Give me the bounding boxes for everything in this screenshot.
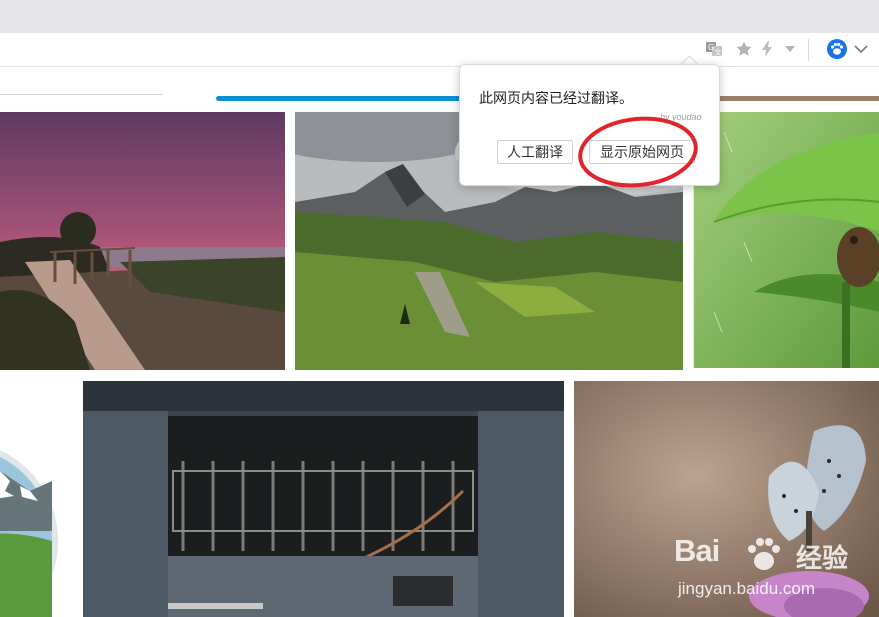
sunset-boardwalk-image[interactable]: [0, 112, 285, 370]
translation-popup: 此网页内容已经过翻译。 by youdao 人工翻译 显示原始网页: [459, 64, 720, 186]
dropdown-caret-icon[interactable]: [783, 43, 797, 55]
paw-icon[interactable]: [826, 38, 848, 60]
paw-logo-icon: [748, 538, 780, 570]
snowy-mountain-circle-image[interactable]: [0, 381, 72, 617]
svg-text:G: G: [708, 43, 714, 52]
header-divider: [0, 94, 163, 95]
header-accent-bar: [216, 96, 486, 101]
header-accent-bar-secondary: [718, 96, 879, 101]
svg-text:文: 文: [715, 48, 722, 57]
show-original-button[interactable]: 显示原始网页: [589, 140, 695, 164]
baidu-jingyan-watermark: Bai 经验 jingyan.baidu.com: [674, 533, 874, 615]
browser-toolbar: G 文: [0, 33, 879, 67]
popup-message: 此网页内容已经过翻译。: [479, 90, 633, 106]
translate-icon[interactable]: G 文: [705, 40, 723, 58]
bolt-icon[interactable]: [759, 40, 775, 58]
star-icon[interactable]: [735, 40, 753, 58]
chevron-down-icon[interactable]: [853, 41, 869, 57]
popup-provider: by youdao: [660, 112, 702, 122]
watermark-suffix: 经验: [796, 543, 849, 573]
engine-machinery-image[interactable]: [83, 381, 564, 617]
tab-strip: [0, 0, 879, 33]
watermark-url: jingyan.baidu.com: [678, 579, 816, 598]
watermark-logo: Bai: [674, 533, 720, 568]
human-translate-button[interactable]: 人工翻译: [497, 140, 573, 164]
green-leaf-rain-image[interactable]: [693, 112, 879, 368]
toolbar-divider: [808, 39, 809, 61]
